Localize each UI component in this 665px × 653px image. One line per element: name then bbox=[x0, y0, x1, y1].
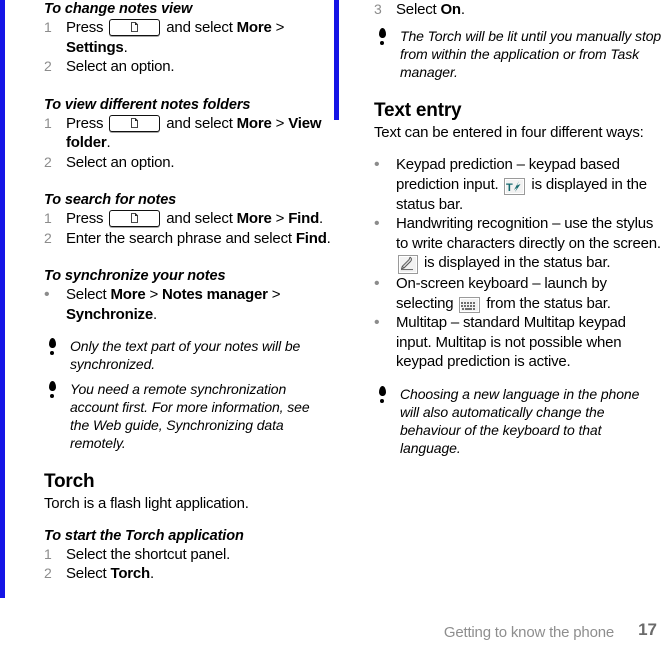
exclamation-icon bbox=[378, 27, 387, 45]
step-text: Select More > Notes manager > Synchroniz… bbox=[66, 286, 281, 323]
step-text: Press and select More > Find. bbox=[66, 210, 324, 227]
page-footer: Getting to know the phone 17 bbox=[0, 619, 665, 641]
text-entry-intro: Text can be entered in four different wa… bbox=[374, 123, 644, 141]
bullet-marker: • bbox=[374, 275, 380, 292]
bullet-marker: • bbox=[374, 215, 380, 232]
heading-text-entry: Text entry bbox=[374, 99, 462, 121]
exclamation-icon bbox=[48, 381, 57, 398]
page-glyph bbox=[131, 213, 139, 223]
step-text: Multitap – standard Multitap keypad inpu… bbox=[396, 314, 626, 370]
list-item: • On-screen keyboard – launch by selecti… bbox=[374, 274, 662, 313]
note-block: Only the text part of your notes will be… bbox=[44, 337, 332, 373]
notes-key-icon bbox=[109, 210, 161, 227]
step-marker: 2 bbox=[44, 153, 52, 170]
notes-key-icon bbox=[109, 19, 161, 36]
heading-start-torch: To start the Torch application bbox=[44, 527, 244, 544]
keypad-prediction-glyph: T bbox=[506, 180, 521, 194]
list-item: 2 Select an option. bbox=[44, 153, 332, 173]
step-marker: 1 bbox=[44, 114, 52, 131]
step-text: Select an option. bbox=[66, 58, 175, 75]
step-text: Press and select More > Settings. bbox=[66, 19, 285, 56]
step-text: Select On. bbox=[396, 1, 465, 18]
list-item: • Select More > Notes manager > Synchron… bbox=[44, 285, 332, 324]
footer-chapter-title: Getting to know the phone bbox=[443, 624, 614, 641]
left-column: To change notes view 1 Press and select … bbox=[44, 0, 332, 584]
list-item: 2 Select an option. bbox=[44, 57, 332, 77]
exclamation-icon bbox=[48, 338, 57, 355]
torch-intro: Torch is a flash light application. bbox=[44, 495, 249, 512]
list-item: • Keypad prediction – keypad based predi… bbox=[374, 155, 662, 214]
heading-search-for-notes: To search for notes bbox=[44, 192, 177, 208]
step-text: Enter the search phrase and select Find. bbox=[66, 229, 331, 247]
keypad-prediction-icon: T bbox=[504, 177, 526, 195]
note-text: The Torch will be lit until you manually… bbox=[400, 27, 662, 80]
list-item: 1 Press and select More > Find. bbox=[44, 209, 332, 229]
step-text: Select the shortcut panel. bbox=[66, 545, 231, 563]
notes-key-icon bbox=[109, 114, 161, 132]
handwriting-icon bbox=[398, 255, 418, 274]
step-marker: 1 bbox=[44, 210, 52, 226]
list-item: 1 Press and select More > View folder. bbox=[44, 114, 332, 153]
heading-view-notes-folders: To view different notes folders bbox=[44, 96, 251, 113]
right-column: 3 Select On. The Torch will be lit until… bbox=[374, 0, 662, 457]
exclamation-icon bbox=[378, 385, 387, 403]
bullet-marker: • bbox=[374, 314, 380, 331]
list-item: • Multitap – standard Multitap keypad in… bbox=[374, 313, 662, 372]
step-marker: 1 bbox=[44, 545, 52, 562]
step-text: Press and select More > View folder. bbox=[66, 114, 322, 151]
heading-torch: Torch bbox=[44, 471, 95, 492]
step-text: Select Torch. bbox=[66, 565, 154, 582]
heading-synchronize-notes: To synchronize your notes bbox=[44, 268, 226, 284]
list-item: 3 Select On. bbox=[374, 0, 662, 20]
svg-text:T: T bbox=[506, 182, 513, 193]
column-divider-rule bbox=[334, 0, 339, 120]
heading-change-notes-view: To change notes view bbox=[44, 1, 193, 17]
bullet-marker: • bbox=[374, 156, 380, 173]
keyboard-grid-glyph bbox=[461, 301, 476, 310]
note-text: Choosing a new language in the phone wil… bbox=[400, 385, 640, 456]
footer-page-number: 17 bbox=[638, 620, 657, 639]
step-marker: 3 bbox=[374, 1, 382, 17]
step-text: On-screen keyboard – launch by selecting… bbox=[396, 275, 611, 313]
left-margin-rule bbox=[0, 0, 5, 598]
list-item: • Handwriting recognition – use the styl… bbox=[374, 214, 662, 274]
page-glyph bbox=[131, 117, 139, 128]
note-text: You need a remote synchronization accoun… bbox=[70, 381, 310, 451]
step-text: Keypad prediction – keypad based predict… bbox=[396, 156, 647, 213]
step-marker: 2 bbox=[44, 565, 52, 581]
onscreen-keyboard-icon bbox=[459, 296, 481, 313]
note-block: You need a remote synchronization accoun… bbox=[44, 380, 332, 452]
note-block: Choosing a new language in the phone wil… bbox=[374, 385, 662, 457]
step-text: Handwriting recognition – use the stylus… bbox=[396, 215, 661, 274]
step-text: Select an option. bbox=[66, 153, 175, 171]
list-item: 1 Select the shortcut panel. bbox=[44, 545, 332, 565]
step-marker: 1 bbox=[44, 19, 52, 35]
bullet-marker: • bbox=[44, 286, 50, 303]
page-glyph bbox=[131, 22, 139, 32]
note-block: The Torch will be lit until you manually… bbox=[374, 27, 662, 81]
list-item: 1 Press and select More > Settings. bbox=[44, 18, 332, 57]
list-item: 2 Enter the search phrase and select Fin… bbox=[44, 229, 332, 249]
list-item: 2 Select Torch. bbox=[44, 564, 332, 584]
step-marker: 2 bbox=[44, 229, 52, 246]
stylus-pen-glyph bbox=[401, 256, 413, 271]
step-marker: 2 bbox=[44, 58, 52, 74]
note-text: Only the text part of your notes will be… bbox=[70, 338, 301, 372]
